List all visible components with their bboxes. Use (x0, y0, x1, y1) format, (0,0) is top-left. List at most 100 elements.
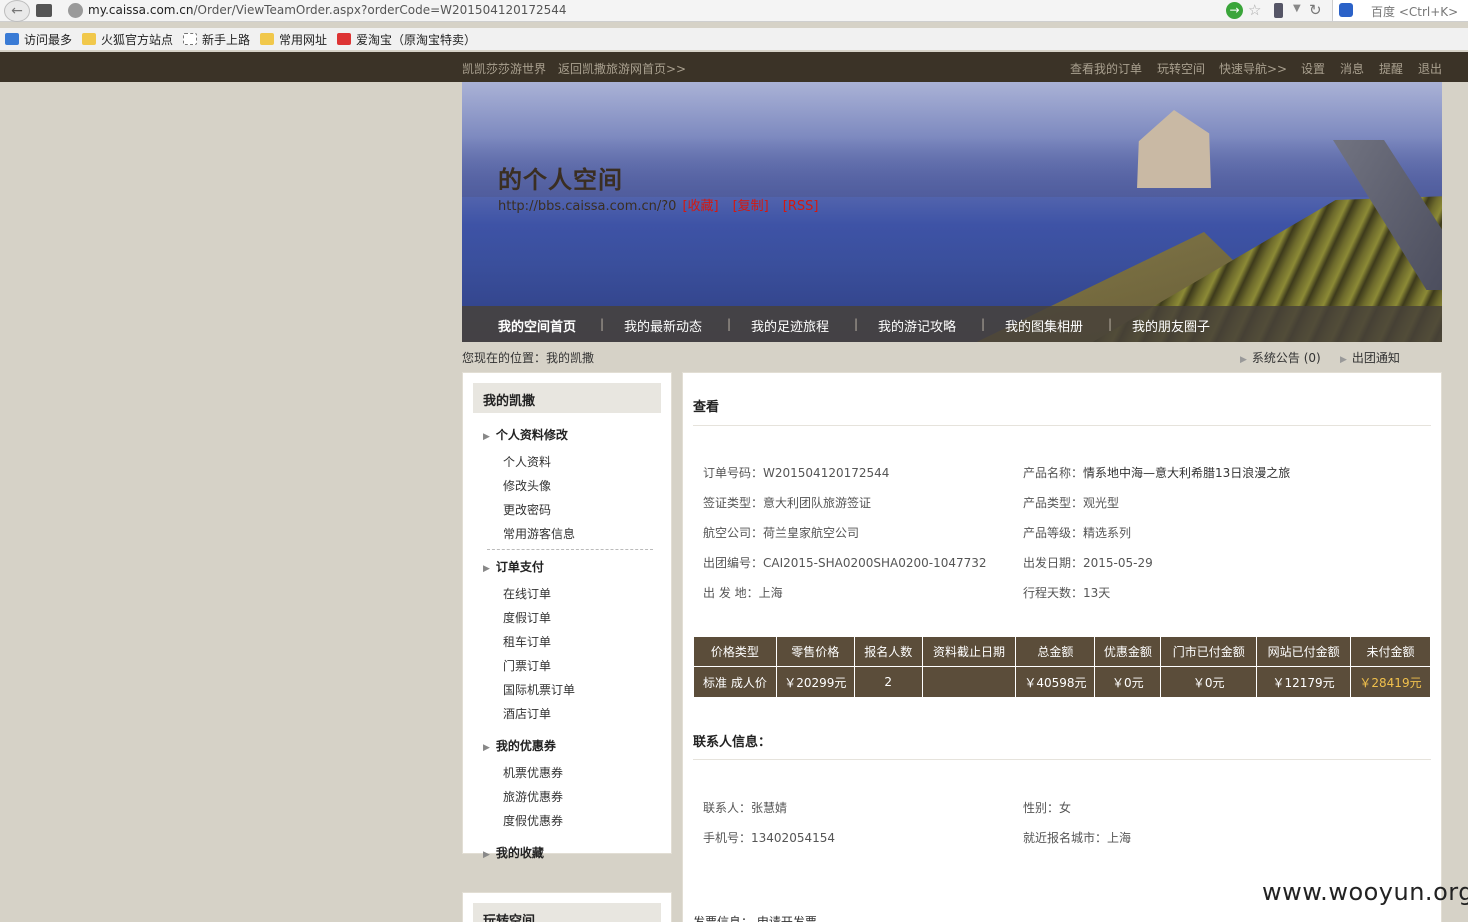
tab-latest-activity[interactable]: 我的最新动态 (624, 316, 702, 335)
sidebar-section-favorites[interactable]: ▶ 我的收藏 (483, 844, 544, 861)
invoice-info: 发票信息： 申请开发票 (693, 915, 817, 922)
sidebar-item-flight-coupons[interactable]: 机票优惠券 (503, 764, 563, 781)
arrow-right-icon: ▶ (483, 432, 490, 442)
sidebar-item-vacation-orders[interactable]: 度假订单 (503, 609, 551, 626)
trip-days: 行程天数：13天 (1023, 586, 1111, 600)
airline: 航空公司：荷兰皇家航空公司 (703, 526, 860, 540)
arrow-right-icon: ▶ (483, 564, 490, 574)
table-cell: ￥12179元 (1256, 666, 1352, 698)
contact-city: 就近报名城市：上海 (1023, 831, 1132, 845)
sidebar-item-hotel-orders[interactable]: 酒店订单 (503, 705, 551, 722)
sidebar-item-car-orders[interactable]: 租车订单 (503, 633, 551, 650)
order-number: 订单号码：W201504120172544 (703, 466, 890, 480)
table-cell: ￥40598元 (1015, 666, 1096, 698)
rss-link[interactable]: [RSS] (783, 199, 819, 214)
sidebar-section-profile[interactable]: ▶ 个人资料修改 (483, 426, 568, 443)
address-bar[interactable]: my.caissa.com.cn/Order/ViewTeamOrder.asp… (88, 3, 567, 17)
column-header: 零售价格 (775, 636, 855, 667)
topbar-link-world[interactable]: 凯凯莎莎游世界 (462, 60, 546, 77)
bookmark-star-icon[interactable]: ☆ (1248, 1, 1261, 19)
sidebar-item-password[interactable]: 更改密码 (503, 501, 551, 518)
topbar-link-orders[interactable]: 查看我的订单 (1070, 60, 1142, 77)
departure-notice-link[interactable]: ▶ 出团通知 (1340, 349, 1400, 366)
url-domain: my.caissa.com.cn (88, 3, 194, 17)
nav-separator: | (727, 317, 732, 331)
sidebar-item-profile[interactable]: 个人资料 (503, 453, 551, 470)
sidebar-item-travel-coupons[interactable]: 旅游优惠券 (503, 788, 563, 805)
column-header: 报名人数 (853, 636, 923, 667)
window-icon (36, 4, 52, 17)
product-link[interactable]: 情系地中海—意大利希腊13日浪漫之旅 (1083, 466, 1290, 480)
space-url: http://bbs.caissa.com.cn/?0 (498, 199, 677, 214)
column-header: 门市已付金额 (1160, 636, 1258, 667)
unpaid-amount-cell: ￥28419元 (1350, 666, 1431, 698)
divider (693, 759, 1431, 760)
page-icon (183, 33, 197, 45)
sidebar-section-coupons[interactable]: ▶ 我的优惠券 (483, 737, 556, 754)
copy-link[interactable]: [复制] (733, 199, 769, 214)
reload-icon[interactable]: ↻ (1309, 1, 1322, 19)
topbar-link-quicknav[interactable]: 快速导航>> (1219, 60, 1287, 77)
table-row: 标准 成人价 ￥20299元 2 ￥40598元 ￥0元 ￥0元 ￥12179元… (693, 666, 1431, 698)
taobao-icon (337, 33, 351, 45)
system-notice-link[interactable]: ▶ 系统公告 (0) (1240, 349, 1321, 366)
topbar-link-logout[interactable]: 退出 (1418, 60, 1442, 77)
nav-separator: | (1108, 317, 1113, 331)
bookmark-item[interactable]: 访问最多 (5, 31, 72, 48)
sidebar-header: 我的凯撒 (473, 383, 661, 413)
divider (693, 425, 1431, 426)
sidebar-item-travelers[interactable]: 常用游客信息 (503, 525, 575, 542)
browser-toolbar: ← my.caissa.com.cn/Order/ViewTeamOrder.a… (0, 0, 1468, 22)
sidebar-section-orders[interactable]: ▶ 订单支付 (483, 558, 544, 575)
bookmark-item[interactable]: 火狐官方站点 (82, 31, 173, 48)
watermark: www.wooyun.org (1262, 878, 1468, 906)
bookmark-item[interactable]: 爱淘宝（原淘宝特卖） (337, 31, 476, 48)
sidebar-item-vacation-coupons[interactable]: 度假优惠券 (503, 812, 563, 829)
space-banner: 的个人空间 http://bbs.caissa.com.cn/?0 [收藏] [复制… (462, 82, 1442, 342)
bookmark-item[interactable]: 常用网址 (260, 31, 327, 48)
tab-space-home[interactable]: 我的空间首页 (498, 316, 576, 335)
nav-separator: | (600, 317, 605, 331)
go-icon[interactable]: → (1226, 2, 1243, 19)
search-input[interactable]: 百度 <Ctrl+K> (1332, 0, 1468, 21)
space-url-line: http://bbs.caissa.com.cn/?0 [收藏] [复制] [RSS] (498, 195, 818, 214)
sidebar-item-ticket-orders[interactable]: 门票订单 (503, 657, 551, 674)
column-header: 价格类型 (693, 636, 777, 667)
sidebar-header-2: 玩转空间 (473, 903, 661, 922)
search-placeholder: 百度 <Ctrl+K> (1371, 5, 1459, 19)
favorite-link[interactable]: [收藏] (682, 199, 718, 214)
table-cell: ￥20299元 (775, 666, 855, 698)
sidebar: 我的凯撒 ▶ 个人资料修改 个人资料 修改头像 更改密码 常用游客信息 ▶ 订单支付… (462, 372, 672, 860)
sidebar-item-online-orders[interactable]: 在线订单 (503, 585, 551, 602)
space-title: 的个人空间 (498, 166, 623, 194)
url-path: /Order/ViewTeamOrder.aspx?orderCode=W201… (193, 3, 567, 17)
topbar-link-reminders[interactable]: 提醒 (1379, 60, 1403, 77)
column-header: 总金额 (1015, 636, 1096, 667)
url-dropdown-icon[interactable]: ▼ (1293, 3, 1301, 14)
tab-travel-notes[interactable]: 我的游记攻略 (878, 316, 956, 335)
bookmarks-bar: 访问最多 火狐官方站点 新手上路 常用网址 爱淘宝（原淘宝特卖） (0, 28, 1468, 50)
topbar-link-home[interactable]: 返回凯撒旅游网首页>> (558, 60, 686, 77)
table-cell: ￥0元 (1094, 666, 1162, 698)
price-table: 价格类型 零售价格 报名人数 资料截止日期 总金额 优惠金额 门市已付金额 网站… (693, 636, 1431, 698)
column-header: 未付金额 (1350, 636, 1431, 667)
topbar-link-settings[interactable]: 设置 (1301, 60, 1325, 77)
site-identity-icon[interactable] (68, 3, 83, 18)
folder-icon (260, 33, 274, 45)
folder-icon (82, 33, 96, 45)
mobile-icon[interactable] (1274, 3, 1283, 18)
back-button[interactable]: ← (4, 0, 30, 22)
bookmark-item[interactable]: 新手上路 (183, 31, 250, 48)
tab-footprints[interactable]: 我的足迹旅程 (751, 316, 829, 335)
sidebar-item-avatar[interactable]: 修改头像 (503, 477, 551, 494)
group-code: 出团编号：CAI2015-SHA0200SHA0200-1047732 (703, 556, 987, 570)
product-level: 产品等级：精选系列 (1023, 526, 1132, 540)
topbar-link-messages[interactable]: 消息 (1340, 60, 1364, 77)
column-header: 资料截止日期 (921, 636, 1017, 667)
table-cell: 2 (853, 666, 923, 698)
tab-friends[interactable]: 我的朋友圈子 (1132, 316, 1210, 335)
topbar-link-space[interactable]: 玩转空间 (1157, 60, 1205, 77)
sidebar-item-flight-orders[interactable]: 国际机票订单 (503, 681, 575, 698)
tab-albums[interactable]: 我的图集相册 (1005, 316, 1083, 335)
arrow-right-icon: ▶ (483, 743, 490, 753)
